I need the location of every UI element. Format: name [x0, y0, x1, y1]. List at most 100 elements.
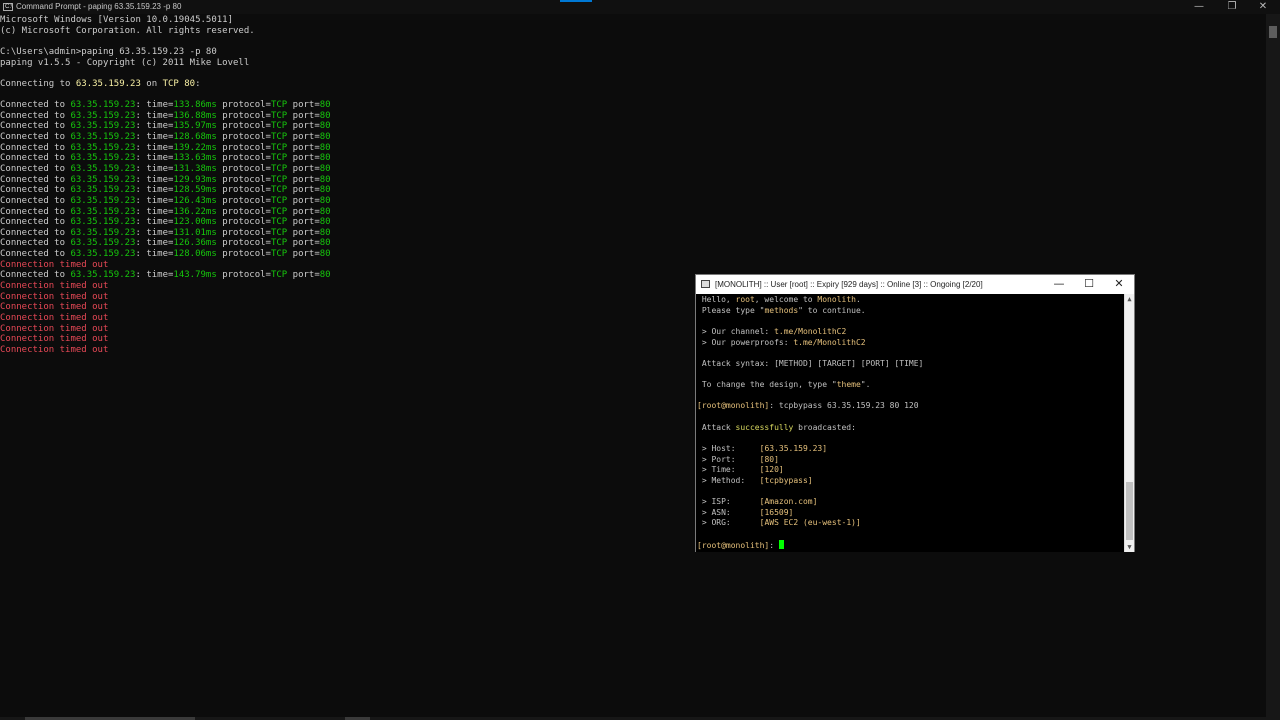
time-value: 128.06ms — [173, 249, 217, 260]
result-line: Connected to 63.35.159.23: time=133.86ms… — [0, 100, 1265, 111]
terminal-line: > ISP: [Amazon.com] — [697, 497, 923, 508]
terminal-line — [697, 369, 923, 380]
terminal-text: broadcasted: — [793, 422, 856, 432]
text-span: Connected to — [0, 217, 71, 228]
text-span: Connecting to — [0, 78, 76, 89]
scrollbar-thumb[interactable] — [1269, 26, 1277, 38]
time-value: 133.86ms — [173, 100, 217, 111]
host-text: 63.35.159.23 — [70, 185, 136, 196]
text-span: : — [195, 78, 201, 89]
terminal-text: [tcpbypass] — [759, 475, 813, 485]
putty-maximize-button[interactable]: ☐ — [1074, 275, 1104, 294]
cmd-titlebar[interactable]: C:\ Command Prompt - paping 63.35.159.23… — [0, 0, 1280, 14]
terminal-text: > Host: — [697, 443, 760, 453]
port-value: 80 — [319, 153, 331, 164]
terminal-line: > ORG: [AWS EC2 (eu-west-1)] — [697, 518, 923, 529]
text-span: : time= — [135, 249, 174, 260]
terminal-line: > Host: [63.35.159.23] — [697, 444, 923, 455]
terminal-text: methods — [764, 305, 799, 315]
result-line: Connected to 63.35.159.23: time=135.97ms… — [0, 121, 1265, 132]
host-text: 63.35.159.23 — [70, 270, 136, 281]
text-span: port= — [287, 110, 320, 121]
protocol-value: TCP — [270, 227, 288, 238]
terminal-text: root — [735, 295, 755, 304]
result-line: Connected to 63.35.159.23: time=131.38ms… — [0, 164, 1265, 175]
restore-button[interactable]: ❐ — [1215, 0, 1249, 14]
text-span: : time= — [135, 163, 174, 174]
putty-icon — [701, 280, 710, 288]
text-span: : time= — [135, 227, 174, 238]
minimize-button[interactable]: — — [1182, 0, 1216, 14]
terminal-text: Please type " — [697, 305, 765, 315]
host-text: 63.35.159.23 — [70, 100, 136, 111]
protocol-value: TCP — [270, 195, 288, 206]
putty-titlebar[interactable]: [MONOLITH] :: User [root] :: Expiry [929… — [696, 275, 1134, 294]
time-value: 126.43ms — [173, 195, 217, 206]
putty-scrollbar-thumb[interactable] — [1126, 482, 1133, 540]
text-span: port= — [287, 185, 320, 196]
terminal-text: > Port: — [697, 454, 760, 464]
result-line: Connected to 63.35.159.23: time=126.36ms… — [0, 238, 1265, 249]
text-span: Connected to — [0, 185, 71, 196]
text-span: protocol= — [216, 142, 271, 153]
port-value: 80 — [319, 227, 331, 238]
putty-terminal-content: Hello, root, welcome to Monolith. Please… — [697, 295, 923, 550]
text-span: port= — [287, 174, 320, 185]
terminal-text: > Our channel: — [697, 326, 775, 336]
terminal-line: > ASN: [16509] — [697, 508, 923, 519]
protocol-value: TCP — [270, 163, 288, 174]
text-span: protocol= — [216, 121, 271, 132]
time-value: 131.01ms — [173, 227, 217, 238]
putty-close-button[interactable]: ✕ — [1104, 275, 1134, 294]
scroll-up-icon[interactable]: ▲ — [1125, 294, 1134, 304]
putty-minimize-button[interactable]: — — [1044, 275, 1074, 294]
taskbar-accent — [560, 0, 592, 2]
protocol-value: TCP — [270, 100, 288, 111]
host-text: 63.35.159.23 — [70, 206, 136, 217]
putty-terminal[interactable]: Hello, root, welcome to Monolith. Please… — [696, 294, 1124, 552]
output-line: (c) Microsoft Corporation. All rights re… — [0, 25, 255, 36]
terminal-line: > Time: [120] — [697, 465, 923, 476]
port-value: 80 — [319, 132, 331, 143]
terminal-line — [697, 391, 923, 402]
scroll-down-icon[interactable]: ▼ — [1125, 542, 1134, 552]
protocol-value: TCP — [270, 185, 288, 196]
protocol-value: TCP — [270, 270, 288, 281]
text-span: Connected to — [0, 100, 71, 111]
terminal-text: [16509] — [759, 507, 794, 517]
text-span: : time= — [135, 217, 174, 228]
text-span: Connected to — [0, 174, 71, 185]
cursor — [778, 539, 784, 549]
putty-window[interactable]: [MONOLITH] :: User [root] :: Expiry [929… — [695, 274, 1135, 552]
result-line: Connected to 63.35.159.23: time=128.68ms… — [0, 132, 1265, 143]
text-span: : time= — [135, 174, 174, 185]
protocol-value: TCP — [270, 217, 288, 228]
terminal-text: > Method: — [697, 475, 760, 485]
terminal-line — [697, 412, 923, 423]
terminal-text: [root@monolith] — [697, 401, 770, 411]
protocol-value: TCP — [270, 238, 288, 249]
text-span: Connected to — [0, 121, 71, 132]
text-span: Connected to — [0, 142, 71, 153]
text-span: : time= — [135, 270, 174, 281]
protocol-value: TCP — [270, 132, 288, 143]
text-span: : time= — [135, 206, 174, 217]
result-line: Connected to 63.35.159.23: time=129.93ms… — [0, 175, 1265, 186]
text-span: Connected to — [0, 270, 71, 281]
time-value: 126.36ms — [173, 238, 217, 249]
time-value: 123.00ms — [173, 217, 217, 228]
cmd-scrollbar[interactable] — [1266, 14, 1280, 720]
text-span: Connected to — [0, 132, 71, 143]
putty-scrollbar[interactable]: ▲ ▼ — [1124, 294, 1134, 552]
terminal-text: t.me/MonolithC2 — [774, 326, 847, 336]
terminal-line — [697, 433, 923, 444]
text-span: port= — [287, 238, 320, 249]
terminal-line: To change the design, type "theme". — [697, 380, 923, 391]
close-button[interactable]: ✕ — [1246, 0, 1280, 14]
